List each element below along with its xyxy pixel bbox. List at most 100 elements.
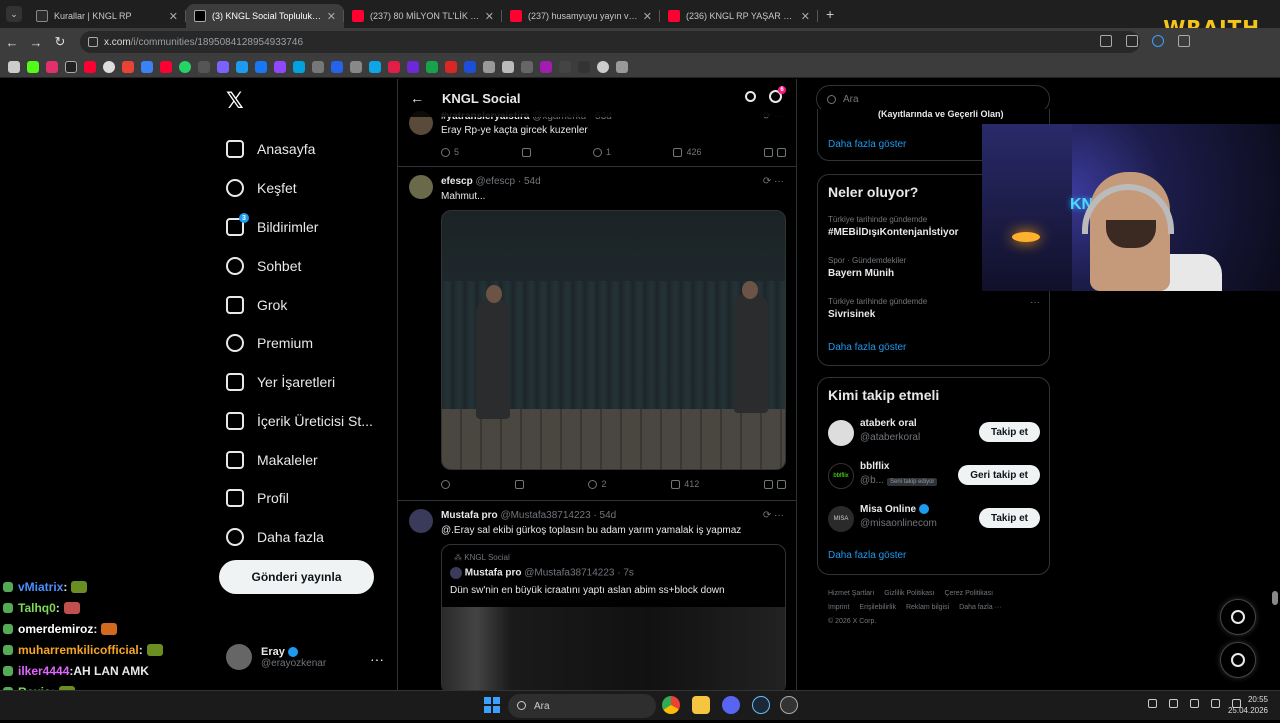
bookmark-icon[interactable] <box>312 60 324 73</box>
more-icon[interactable]: ··· <box>370 651 384 667</box>
reply-button[interactable]: 5 <box>441 147 459 157</box>
close-icon[interactable]: ✕ <box>327 10 336 23</box>
avatar[interactable]: MISA <box>828 506 854 532</box>
bookmark-icon[interactable] <box>217 60 229 73</box>
repost-button[interactable] <box>521 147 531 157</box>
bookmark-icon[interactable] <box>122 60 134 73</box>
bookmark-icon[interactable] <box>84 60 96 73</box>
close-icon[interactable]: ✕ <box>643 10 652 23</box>
close-icon[interactable]: ✕ <box>485 10 494 23</box>
nav-item[interactable]: Yer İşaretleri <box>226 370 335 394</box>
browser-tab[interactable]: (237) 80 MİLYON TL'LİK YAYINCI✕ <box>344 4 502 28</box>
reload-icon[interactable]: ↻ <box>48 34 72 50</box>
trend-item[interactable]: Türkiye tarihinde gündemde Sivrisinek ··· <box>828 297 1040 320</box>
bookmark-icon[interactable] <box>179 60 191 73</box>
tweet[interactable]: Mustafa pro @Mustafa38714223 · 54d ⟳ ···… <box>398 501 796 690</box>
more-icon[interactable]: ⟳ ··· <box>763 176 784 187</box>
tweet-author[interactable]: efescp <box>441 176 473 187</box>
follow-button[interactable]: Takip et <box>978 508 1040 528</box>
bookmark-icon[interactable] <box>331 60 343 73</box>
windows-start-icon[interactable] <box>484 697 500 713</box>
quoted-tweet[interactable]: ⁂ KNGL Social Mustafa pro @Mustafa387142… <box>441 544 786 690</box>
avatar[interactable]: bblflix <box>828 463 854 489</box>
close-icon[interactable]: ✕ <box>801 10 810 23</box>
follow-back-button[interactable]: Geri takip et <box>958 465 1040 485</box>
views-button[interactable]: 426 <box>673 147 702 157</box>
bookmark-icon[interactable] <box>388 60 400 73</box>
views-button[interactable]: 412 <box>671 479 699 489</box>
bookmark-icon[interactable] <box>407 60 419 73</box>
bookmark-icon[interactable] <box>293 60 305 73</box>
nav-item[interactable]: Makaleler <box>226 448 318 472</box>
bookmark-icon[interactable] <box>350 60 362 73</box>
footer-link[interactable]: Daha fazla ··· <box>959 604 1001 611</box>
avatar[interactable] <box>828 420 854 446</box>
bookmark-icon[interactable] <box>426 60 438 73</box>
bookmark-icon[interactable] <box>559 60 571 73</box>
browser-tab[interactable]: Kurallar | KNGL RP ✕ <box>28 4 186 28</box>
bookmark-icon[interactable] <box>616 60 628 73</box>
footer-link[interactable]: Gizlilik Politikası <box>884 590 934 597</box>
reply-button[interactable] <box>441 479 450 489</box>
more-icon[interactable]: ⟳ ··· <box>763 510 784 521</box>
bookmark-icon[interactable] <box>483 60 495 73</box>
nav-item[interactable]: İçerik Üreticisi St... <box>226 409 373 433</box>
footer-link[interactable]: Hizmet Şartları <box>828 590 874 597</box>
back-arrow-icon[interactable]: ← <box>410 90 424 106</box>
footer-link[interactable]: Erişilebilirlik <box>859 604 896 611</box>
footer-link[interactable]: Çerez Politikası <box>944 590 993 597</box>
wifi-icon[interactable] <box>1190 699 1199 708</box>
like-button[interactable]: 1 <box>592 147 611 157</box>
nav-item[interactable]: Keşfet <box>226 176 297 200</box>
trend-partial[interactable]: (Kayıtlarında ve Geçerli Olan) <box>878 109 1004 119</box>
follow-button[interactable]: Takip et <box>978 422 1040 442</box>
scrollbar[interactable] <box>1272 591 1278 605</box>
bookmark-icon[interactable] <box>464 60 476 73</box>
footer-link[interactable]: Reklam bilgisi <box>906 604 949 611</box>
bookmark-icon[interactable] <box>369 60 381 73</box>
settings-icon[interactable]: 6 <box>769 86 786 103</box>
show-more-link[interactable]: Daha fazla göster <box>828 550 906 561</box>
nav-item[interactable]: 3 Bildirimler <box>226 213 318 239</box>
footer-link[interactable]: Imprint <box>828 604 849 611</box>
bookmark-icon[interactable] <box>198 60 210 73</box>
tweet[interactable]: #yatransleryaistira @xgamerku · 53d ⟳ ··… <box>398 109 796 167</box>
url-field[interactable]: x.com/i/communities/1895084128954933746 <box>80 31 1140 53</box>
search-icon[interactable] <box>745 91 756 102</box>
nav-item[interactable]: Daha fazla <box>226 525 324 549</box>
bookmark-icon[interactable] <box>445 60 457 73</box>
tab-search-button[interactable]: ⌄ <box>6 6 22 22</box>
mic-icon[interactable] <box>1169 699 1178 708</box>
follow-suggestion[interactable]: bblflix bblflix @b... Seni takip ediyor G… <box>828 461 1040 493</box>
show-more-link[interactable]: Daha fazla göster <box>828 139 906 150</box>
bookmark-icon[interactable] <box>160 60 172 73</box>
clock[interactable]: 20:55 25.04.2026 <box>1228 694 1268 716</box>
bookmark-star-icon[interactable] <box>1126 35 1138 47</box>
folder-icon[interactable] <box>692 696 710 714</box>
install-app-icon[interactable] <box>1100 35 1112 47</box>
nav-item[interactable]: Premium <box>226 331 313 355</box>
browser-tab[interactable]: (236) KNGL RP YAŞAR KAÇAR -✕ <box>660 4 818 28</box>
steam-icon[interactable] <box>752 696 770 714</box>
extensions-puzzle-icon[interactable] <box>1178 35 1190 47</box>
show-more-link[interactable]: Daha fazla göster <box>828 342 906 353</box>
tweet-author[interactable]: Mustafa pro <box>441 510 498 521</box>
bookmark-icon[interactable] <box>65 60 77 73</box>
more-icon[interactable]: ··· <box>1030 297 1040 308</box>
bookmark-icon[interactable] <box>255 60 267 73</box>
x-logo[interactable]: 𝕏 <box>226 89 244 114</box>
back-icon[interactable]: ← <box>0 35 24 50</box>
tweet-video[interactable] <box>441 210 786 470</box>
bookmark-button[interactable] <box>763 479 786 489</box>
chrome-icon[interactable] <box>662 696 680 714</box>
bookmark-icon[interactable] <box>236 60 248 73</box>
messages-button[interactable] <box>1220 642 1256 678</box>
bookmark-icon[interactable] <box>141 60 153 73</box>
nav-item[interactable]: Anasayfa <box>226 137 315 161</box>
tweet[interactable]: efescp @efescp · 54d ⟳ ··· Mahmut... 2 4… <box>398 167 796 501</box>
discord-icon[interactable] <box>722 696 740 714</box>
chevron-up-icon[interactable] <box>1148 699 1157 708</box>
avatar[interactable] <box>409 175 433 199</box>
app-icon[interactable] <box>780 696 798 714</box>
share-icon[interactable] <box>776 479 786 489</box>
